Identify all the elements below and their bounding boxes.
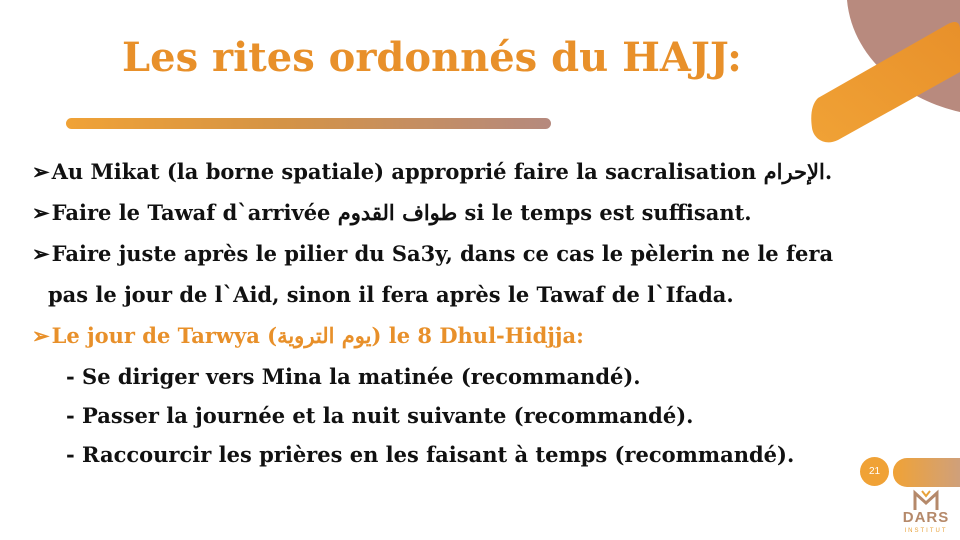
- logo-wordmark: DARS: [902, 509, 950, 526]
- sub-item-mina: - Se diriger vers Mina la matinée (recom…: [66, 364, 641, 389]
- bullet-text-end: ) le 8 Dhul-Hidjja:: [371, 323, 584, 348]
- slide-title: Les rites ordonnés du HAJJ:: [122, 34, 742, 81]
- bottom-accent-bar: [893, 458, 960, 487]
- bullet-mikat: ➢Au Mikat (la borne spatiale) approprié …: [32, 157, 832, 187]
- arabic-term: طواف القدوم: [337, 200, 458, 225]
- logo-subtitle: INSTITUT: [904, 528, 948, 534]
- bullet-text-end: .: [824, 159, 833, 184]
- bullet-text: Le jour de Tarwya (: [51, 323, 278, 348]
- arabic-term: الإحرام: [763, 159, 825, 184]
- bullet-saay-continuation: pas le jour de l`Aid, sinon il fera aprè…: [48, 282, 734, 307]
- bullet-text: Faire le Tawaf d`arrivée: [51, 200, 338, 225]
- slide-number-badge: 21: [860, 457, 889, 486]
- arabic-term: يوم التروية: [277, 323, 372, 348]
- bullet-tarwya: ➢Le jour de Tarwya (يوم التروية) le 8 Dh…: [32, 321, 584, 351]
- sub-item-prieres: - Raccourcir les prières en les faisant …: [66, 442, 795, 467]
- arrow-bullet-icon: ➢: [32, 241, 50, 266]
- title-underline: [66, 118, 551, 129]
- sub-item-journee: - Passer la journée et la nuit suivante …: [66, 403, 694, 428]
- dars-logo: DARS INSTITUT: [896, 488, 956, 540]
- bullet-saay: ➢Faire juste après le pilier du Sa3y, da…: [32, 239, 833, 269]
- arrow-bullet-icon: ➢: [32, 159, 50, 184]
- bullet-text: Au Mikat (la borne spatiale) approprié f…: [51, 159, 764, 184]
- bullet-tawaf: ➢Faire le Tawaf d`arrivée طواف القدوم si…: [32, 198, 752, 228]
- bullet-text-end: si le temps est suffisant.: [457, 200, 752, 225]
- bullet-text: Faire juste après le pilier du Sa3y, dan…: [51, 241, 834, 266]
- arrow-bullet-icon: ➢: [32, 323, 50, 348]
- arrow-bullet-icon: ➢: [32, 200, 50, 225]
